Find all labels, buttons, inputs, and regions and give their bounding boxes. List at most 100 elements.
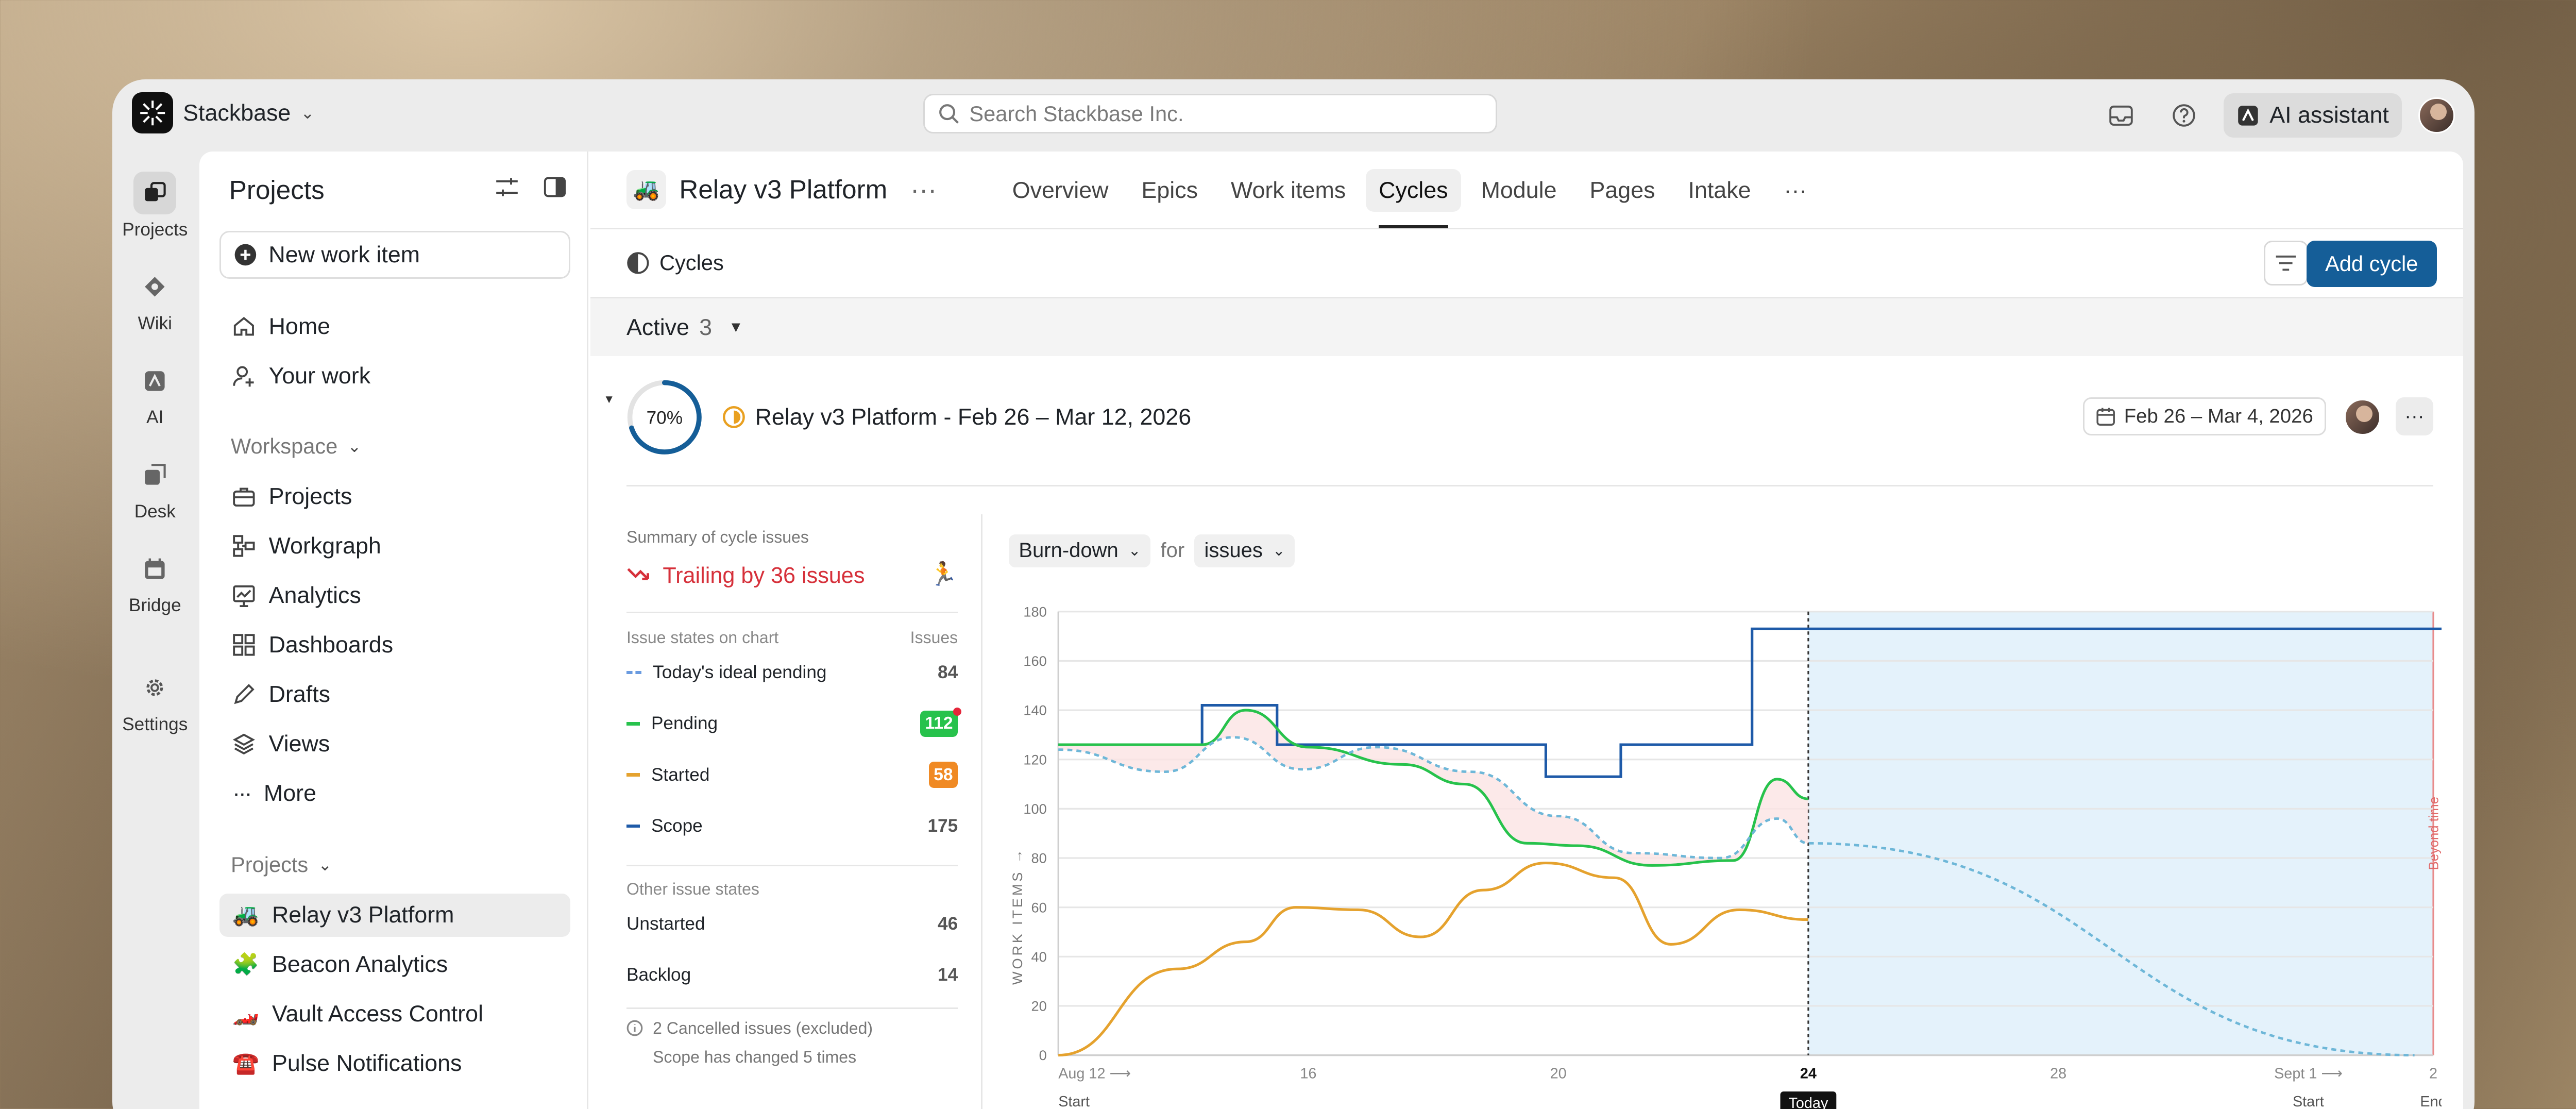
chevron-down-icon: ⌄ [318,855,332,875]
x-tick-label: 2 [2429,1066,2437,1082]
stackbase-logo-icon [131,92,173,134]
tab-cycles[interactable]: Cycles [1365,169,1462,228]
sidebar-item-your-work[interactable]: Your work [219,355,571,397]
chart-type-dropdown[interactable]: Burn-down ⌄ [1009,534,1151,567]
rail-item-projects[interactable]: Projects [112,171,198,240]
state-row-started[interactable]: Started 58 [626,749,958,800]
chart-unit-dropdown[interactable]: issues ⌄ [1194,534,1295,567]
caret-down-icon[interactable]: ▼ [603,393,615,406]
sidebar-title: Projects [229,175,325,205]
sidebar-item-drafts[interactable]: Drafts [219,673,571,716]
rail-item-wiki[interactable]: Wiki [112,265,198,334]
sidebar-project-beacon[interactable]: 🧩 Beacon Analytics [219,943,571,986]
rail-item-desk[interactable]: Desk [112,453,198,522]
settings-sliders-icon[interactable] [495,175,519,206]
rail-item-settings[interactable]: Settings [112,666,198,735]
legend-swatch [626,824,640,828]
tab-epics[interactable]: Epics [1128,169,1211,212]
content-panel: Projects New work item Home Your work Wo… [199,152,2463,1109]
state-count: 46 [938,914,958,934]
project-menu-icon[interactable]: ··· [910,174,937,205]
y-tick-label: 180 [1023,604,1046,620]
beyond-time-label: Beyond time [2427,797,2442,870]
projects-section-header[interactable]: Projects ⌄ [231,852,332,877]
workgraph-icon [233,535,255,557]
bridge-icon [133,547,176,590]
trend-down-icon [627,568,649,581]
state-row-ideal[interactable]: Today's ideal pending 84 [626,647,958,698]
inbox-icon[interactable] [2098,92,2144,139]
sidebar-project-relay[interactable]: 🚜 Relay v3 Platform [219,894,571,937]
state-row-unstarted[interactable]: Unstarted 46 [626,899,958,950]
y-tick-label: 80 [1031,850,1047,866]
workspace-switcher[interactable]: Stackbase ⌄ [131,92,314,134]
tab-module[interactable]: Module [1468,169,1570,212]
state-row-pending[interactable]: Pending 112 [626,698,961,749]
dashed-line-icon [626,671,641,674]
ellipsis-icon: ··· [232,780,252,806]
date-range-picker[interactable]: Feb 26 – Mar 4, 2026 [2082,397,2327,435]
user-plus-icon [233,366,254,387]
caret-down-icon: ▼ [728,318,743,335]
section-label: Workspace [230,433,338,458]
sidebar-item-dashboards[interactable]: Dashboards [219,624,571,666]
new-work-item-button[interactable]: New work item [219,230,571,279]
cycle-row[interactable]: ▼ 70% Relay v3 Platform - Feb 26 – Mar 1… [590,356,2463,488]
help-icon[interactable] [2161,92,2207,139]
tab-intake[interactable]: Intake [1675,169,1764,212]
sidebar-item-label: Vault Access Control [272,1001,483,1027]
legend-swatch [626,773,640,777]
app-rail: Projects Wiki AI Desk Bridge Settings [112,152,198,1109]
state-row-backlog[interactable]: Backlog 14 [626,950,958,1001]
workspace-section-header[interactable]: Workspace ⌄ [231,434,361,459]
sidebar-item-home[interactable]: Home [219,305,571,348]
app-window: Stackbase ⌄ Search Stackbase Inc. AI ass… [112,79,2475,1109]
tab-pages[interactable]: Pages [1577,169,1668,212]
layers-icon [232,733,256,754]
scope-change-note: Scope has changed 5 times [626,1048,958,1067]
section-label: Projects [230,852,309,877]
state-row-scope[interactable]: Scope 175 [626,800,958,851]
state-count: 175 [927,815,958,836]
summary-title: Summary of cycle issues [626,527,809,546]
search-input[interactable]: Search Stackbase Inc. [923,94,1497,134]
user-avatar[interactable] [2418,97,2455,134]
breadcrumb[interactable]: Cycles [626,250,724,275]
add-cycle-button[interactable]: Add cycle [2306,241,2437,287]
rail-item-ai[interactable]: AI [112,360,198,428]
sidebar-toggle-icon[interactable] [543,175,567,206]
sidebar-item-more[interactable]: ··· More [219,772,571,815]
chevron-down-icon: ⌄ [347,436,362,456]
series-line-pending [1058,709,1809,867]
y-tick-label: 160 [1023,653,1046,669]
pending-gap-area [1058,710,1808,866]
filter-button[interactable] [2263,241,2308,285]
active-group-header[interactable]: Active 3 ▼ [590,298,2463,357]
cycle-more-icon[interactable]: ··· [2395,397,2434,435]
tab-overview[interactable]: Overview [999,169,1122,212]
notification-dot [953,707,961,716]
progress-text: 70% [646,408,682,428]
sidebar-item-projects[interactable]: Projects [219,475,571,518]
search-icon [939,104,959,124]
rail-label: AI [146,407,164,428]
sidebar-item-label: Drafts [268,681,331,707]
puzzle-icon: 🧩 [232,952,259,977]
sidebar-item-label: Relay v3 Platform [272,902,454,928]
ai-assistant-button[interactable]: AI assistant [2223,93,2402,138]
state-label: Backlog [626,965,691,985]
wiki-icon [133,265,176,308]
sidebar-item-views[interactable]: Views [219,722,571,765]
cycle-lead-avatar[interactable] [2344,399,2381,435]
sidebar-project-vault[interactable]: 🏎️ Vault Access Control [219,993,571,1035]
tab-work-items[interactable]: Work items [1217,169,1359,212]
y-tick-label: 140 [1023,702,1046,718]
rail-item-bridge[interactable]: Bridge [112,547,198,616]
sidebar-project-pulse[interactable]: ☎️ Pulse Notifications [219,1042,571,1085]
today-label: Today [1788,1095,1828,1109]
state-label: Scope [651,815,703,836]
sidebar-item-workgraph[interactable]: Workgraph [219,525,571,567]
sidebar-item-analytics[interactable]: Analytics [219,574,571,617]
cycle-summary: Summary of cycle issues Trailing by 36 i… [626,527,961,1067]
tabs-overflow-icon[interactable]: ··· [1771,169,1820,212]
